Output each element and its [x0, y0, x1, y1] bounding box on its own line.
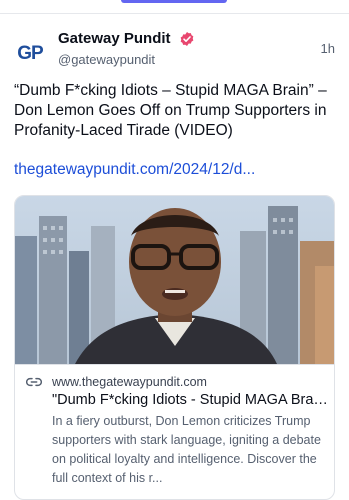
author-handle[interactable]: @gatewaypundit	[58, 52, 155, 67]
card-thumbnail-image[interactable]	[15, 196, 335, 364]
link-preview-card[interactable]: www.thegatewaypundit.com "Dumb F*cking I…	[14, 195, 335, 500]
card-domain: www.thegatewaypundit.com	[52, 375, 207, 389]
card-title[interactable]: "Dumb F*cking Idiots - Stupid MAGA Brain…	[52, 392, 328, 408]
author-line[interactable]: Gateway Pundit	[58, 30, 195, 48]
link-icon	[26, 377, 42, 387]
avatar-logo: GP	[17, 43, 43, 64]
active-tab-indicator	[121, 0, 227, 3]
verified-badge-icon	[180, 31, 194, 46]
top-bar	[0, 0, 349, 14]
card-body[interactable]: www.thegatewaypundit.com "Dumb F*cking I…	[15, 364, 334, 499]
author-name[interactable]: Gateway Pundit	[58, 30, 171, 47]
card-description: In a fiery outburst, Don Lemon criticize…	[52, 414, 321, 485]
post-text: “Dumb F*cking Idiots – Stupid MAGA Brain…	[14, 82, 327, 139]
post-link[interactable]: thegatewaypundit.com/2024/12/d...	[14, 161, 255, 179]
post[interactable]: GP Gateway Pundit @gatewaypundit 1h “Dum…	[0, 15, 349, 500]
avatar[interactable]: GP	[13, 37, 47, 71]
post-timestamp[interactable]: 1h	[321, 41, 335, 56]
